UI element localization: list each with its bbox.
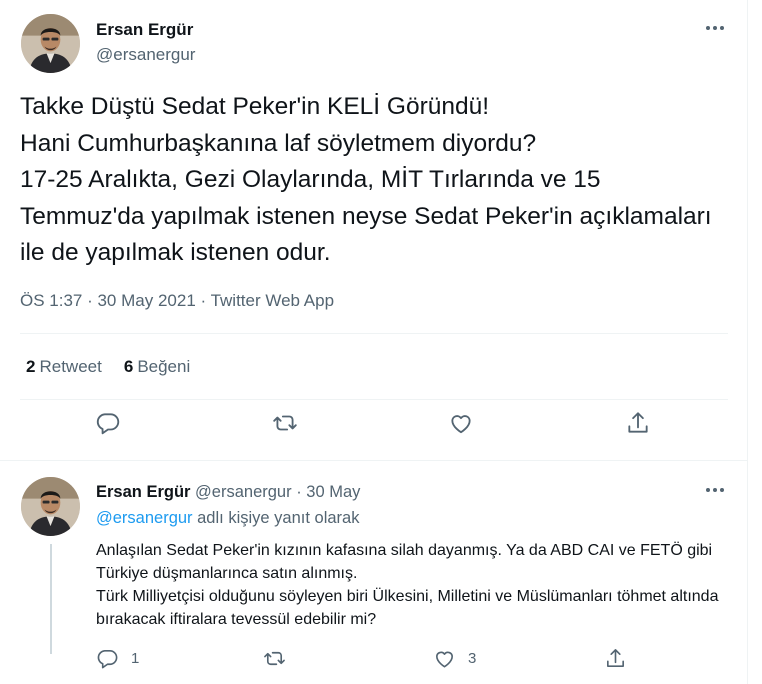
retweet-icon [264, 651, 285, 666]
tweet-stats: 2 Retweet 6 Beğeni [26, 357, 190, 377]
retweet-button[interactable] [263, 647, 298, 670]
tweet-actions [0, 410, 748, 450]
reply-header: Ersan Ergür @ersanergur · 30 May [96, 483, 360, 502]
avatar[interactable] [21, 477, 80, 536]
reply-to: @ersanergur adlı kişiye yanıt olarak [96, 509, 359, 528]
author-name[interactable]: Ersan Ergür [96, 20, 193, 40]
separator: · [296, 483, 302, 501]
reply-to-suffix: adlı kişiye yanıt olarak [192, 509, 360, 527]
author-name[interactable]: Ersan Ergür [96, 483, 190, 501]
tweet-date[interactable]: 30 May [306, 483, 360, 501]
avatar-photo [21, 477, 80, 536]
like-stat[interactable]: 6 Beğeni [124, 357, 190, 377]
heart-icon [451, 415, 471, 434]
more-icon[interactable] [701, 480, 729, 500]
like-label: Beğeni [137, 357, 191, 376]
divider [20, 333, 728, 334]
retweet-count: 2 [26, 357, 36, 376]
retweet-stat[interactable]: 2 Retweet [26, 357, 102, 377]
thread-line [50, 544, 52, 654]
author-handle[interactable]: @ersanergur [96, 45, 195, 65]
tweet-meta[interactable]: ÖS 1:37 · 30 May 2021 · Twitter Web App [20, 291, 334, 311]
retweet-button[interactable] [272, 410, 298, 436]
like-count: 6 [123, 357, 134, 376]
reply-icon [97, 650, 118, 669]
reply-count: 1 [131, 650, 140, 667]
reply-tweet[interactable]: Ersan Ergür @ersanergur · 30 May @ersane… [0, 460, 748, 684]
reply-button[interactable] [95, 410, 121, 436]
tweet-text: Anlaşılan Sedat Peker'in kızının kafasın… [96, 542, 719, 628]
main-tweet: Ersan Ergür @ersanergur Takke Düştü Seda… [0, 0, 748, 460]
reply-icon [96, 413, 120, 435]
author-handle[interactable]: @ersanergur [195, 483, 292, 501]
tweet-actions: 1 3 [0, 647, 748, 684]
heart-icon [436, 651, 453, 668]
more-icon[interactable] [701, 18, 729, 38]
retweet-icon [273, 415, 297, 431]
retweet-label: Retweet [39, 357, 102, 376]
avatar-photo [21, 14, 80, 73]
like-count: 3 [468, 650, 477, 667]
like-button[interactable] [448, 410, 474, 436]
divider [20, 399, 728, 400]
tweet-text: Takke Düştü Sedat Peker'in KELİ Göründü!… [20, 93, 712, 266]
reply-button[interactable]: 1 [96, 647, 139, 670]
avatar[interactable] [21, 14, 80, 73]
share-button[interactable] [604, 647, 627, 670]
share-icon [607, 649, 624, 667]
share-icon [628, 412, 648, 433]
reply-to-link[interactable]: @ersanergur [96, 509, 193, 527]
like-button[interactable]: 3 [433, 647, 476, 670]
share-button[interactable] [625, 410, 651, 436]
